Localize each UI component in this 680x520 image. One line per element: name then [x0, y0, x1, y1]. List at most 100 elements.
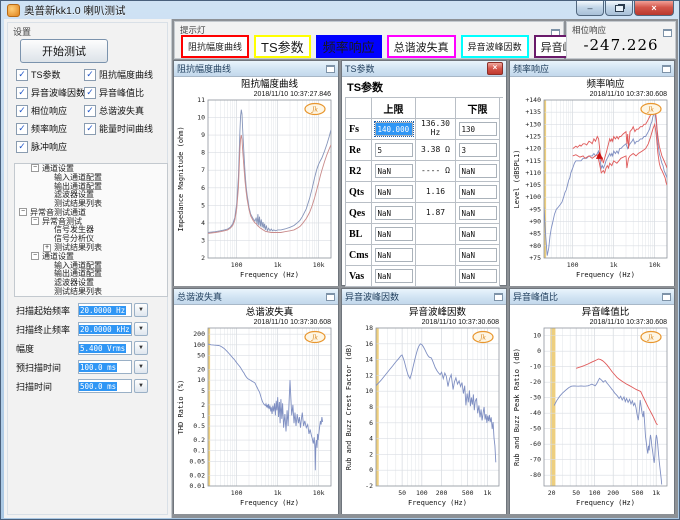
ts-upper-input[interactable]: NaN	[375, 227, 413, 241]
svg-text:-70: -70	[529, 456, 541, 464]
ts-lower-input[interactable]: NaN	[459, 269, 497, 283]
tree-expander-icon[interactable]: −	[19, 208, 27, 216]
indicator-light[interactable]: 频率响应	[316, 35, 382, 58]
maximize-icon[interactable]	[326, 293, 335, 301]
svg-text:100: 100	[416, 489, 428, 497]
checkbox-item[interactable]: ✓阻抗幅度曲线	[84, 69, 166, 80]
checkbox-item[interactable]: ✓异音峰值比	[84, 87, 166, 98]
checkbox-item[interactable]: ✓总谐波失真	[84, 105, 166, 116]
ts-column-header	[346, 98, 372, 119]
tree-expander-icon[interactable]: −	[31, 164, 39, 172]
svg-text:10: 10	[197, 376, 205, 384]
phase-panel: 相位响应 -247.226	[566, 21, 676, 59]
ts-upper-input[interactable]: NaN	[375, 248, 413, 262]
panel-title: 阻抗幅度曲线	[177, 62, 326, 75]
svg-text:-30: -30	[529, 394, 541, 402]
field-control[interactable]: 20.0000 kHz▼	[78, 322, 148, 336]
tree-expander-icon[interactable]: −	[31, 252, 39, 260]
restore-button[interactable]	[605, 1, 633, 16]
dropdown-arrow-icon[interactable]: ▼	[134, 360, 148, 374]
svg-text:+115: +115	[525, 157, 541, 165]
tree-expander-icon[interactable]: −	[31, 217, 39, 225]
ts-lower-input[interactable]: NaN	[459, 227, 497, 241]
ts-upper-input[interactable]: NaN	[375, 269, 413, 283]
svg-text:Frequency (Hz): Frequency (Hz)	[240, 271, 299, 279]
ts-panel-titlebar[interactable]: TS参数 ×	[342, 61, 506, 77]
field-value-box[interactable]: 5.400 Vrms	[78, 341, 132, 355]
ts-lower-input[interactable]: NaN	[459, 164, 497, 178]
start-test-button[interactable]: 开始测试	[20, 39, 108, 63]
checkbox-icon[interactable]: ✓	[84, 123, 96, 135]
field-value-box[interactable]: 20.0000 Hz	[78, 303, 132, 317]
impedance-panel-titlebar[interactable]: 阻抗幅度曲线	[174, 61, 338, 77]
field-control[interactable]: 100.0 ms▼	[78, 360, 148, 374]
checkbox-icon[interactable]: ✓	[16, 123, 28, 135]
svg-text:2018/11/10 10:37:30.608: 2018/11/10 10:37:30.608	[590, 319, 667, 326]
close-icon[interactable]: ×	[487, 62, 503, 75]
checkbox-icon[interactable]: ✓	[16, 69, 28, 81]
field-value-box[interactable]: 100.0 ms	[78, 360, 132, 374]
checkbox-icon[interactable]: ✓	[16, 141, 28, 153]
checkbox-item[interactable]: ✓相位响应	[16, 105, 84, 116]
checkbox-item[interactable]: ✓频率响应	[16, 123, 84, 134]
ts-lower-input[interactable]: NaN	[459, 185, 497, 199]
frequency-response-panel: 频率响应 +75+80+85+90+95+100+105+110+115+120…	[509, 60, 675, 286]
ts-upper-input[interactable]: NaN	[375, 206, 413, 220]
tree-item[interactable]: −异常音测试通道	[15, 208, 167, 217]
test-tree[interactable]: −通道设置输入通道配置输出通道配置滤波器设置测试结果列表−异常音测试通道−异常音…	[14, 163, 168, 297]
checkbox-icon[interactable]: ✓	[84, 87, 96, 99]
ts-lower-input[interactable]: NaN	[459, 206, 497, 220]
tree-item[interactable]: 测试结果列表	[15, 287, 167, 296]
checkbox-icon[interactable]: ✓	[84, 69, 96, 81]
checkbox-icon[interactable]: ✓	[16, 105, 28, 117]
maximize-icon[interactable]	[494, 293, 503, 301]
checkbox-item[interactable]: ✓脉冲响应	[16, 141, 84, 152]
indicator-light[interactable]: TS参数	[254, 35, 311, 58]
checkbox-item[interactable]: ✓TS参数	[16, 69, 84, 80]
dropdown-arrow-icon[interactable]: ▼	[134, 322, 148, 336]
svg-text:频率响应: 频率响应	[586, 78, 625, 90]
field-control[interactable]: 5.400 Vrms▼	[78, 341, 148, 355]
maximize-icon[interactable]	[662, 65, 671, 73]
ts-lower-input[interactable]: 3	[459, 143, 497, 157]
ts-upper-input[interactable]: 140.000	[375, 122, 413, 136]
tree-item[interactable]: +测试结果列表	[15, 243, 167, 252]
dropdown-arrow-icon[interactable]: ▼	[134, 341, 148, 355]
svg-text:200: 200	[607, 489, 619, 497]
dropdown-arrow-icon[interactable]: ▼	[134, 303, 148, 317]
close-button[interactable]: ×	[634, 1, 674, 16]
minimize-button[interactable]: –	[576, 1, 604, 16]
freq-panel-titlebar[interactable]: 频率响应	[510, 61, 674, 77]
svg-text:9: 9	[201, 131, 205, 139]
indicator-light[interactable]: 阻抗幅度曲线	[181, 35, 249, 58]
svg-text:Jk: Jk	[478, 335, 486, 342]
maximize-icon[interactable]	[662, 293, 671, 301]
app-icon	[7, 4, 20, 17]
svg-text:阻抗幅度曲线: 阻抗幅度曲线	[241, 78, 299, 90]
ts-measured-value: ---- Ω	[416, 161, 456, 182]
thd-panel-titlebar[interactable]: 总谐波失真	[174, 289, 338, 305]
ts-lower-input[interactable]: 130	[459, 122, 497, 136]
field-control[interactable]: 20.0000 Hz▼	[78, 303, 148, 317]
svg-text:1k: 1k	[610, 261, 618, 269]
dropdown-arrow-icon[interactable]: ▼	[134, 379, 148, 393]
ts-upper-input[interactable]: 5	[375, 143, 413, 157]
crest-panel-titlebar[interactable]: 异音波峰因数	[342, 289, 506, 305]
indicator-light[interactable]: 总谐波失真	[387, 35, 456, 58]
ts-upper-input[interactable]: NaN	[375, 164, 413, 178]
checkbox-item[interactable]: ✓异音波峰因数	[16, 87, 84, 98]
svg-text:Level (dBSPL1): Level (dBSPL1)	[513, 149, 521, 208]
maximize-icon[interactable]	[326, 65, 335, 73]
peak-panel-titlebar[interactable]: 异音峰值比	[510, 289, 674, 305]
checkbox-item[interactable]: ✓能量时间曲线	[84, 123, 166, 134]
ts-upper-input[interactable]: NaN	[375, 185, 413, 199]
svg-text:+85: +85	[529, 230, 541, 238]
field-value-box[interactable]: 500.0 ms	[78, 379, 132, 393]
checkbox-icon[interactable]: ✓	[16, 87, 28, 99]
ts-lower-input[interactable]: NaN	[459, 248, 497, 262]
svg-text:20: 20	[197, 366, 205, 374]
field-control[interactable]: 500.0 ms▼	[78, 379, 148, 393]
field-value-box[interactable]: 20.0000 kHz	[78, 322, 132, 336]
checkbox-icon[interactable]: ✓	[84, 105, 96, 117]
indicator-light[interactable]: 异音波峰因数	[461, 35, 529, 58]
